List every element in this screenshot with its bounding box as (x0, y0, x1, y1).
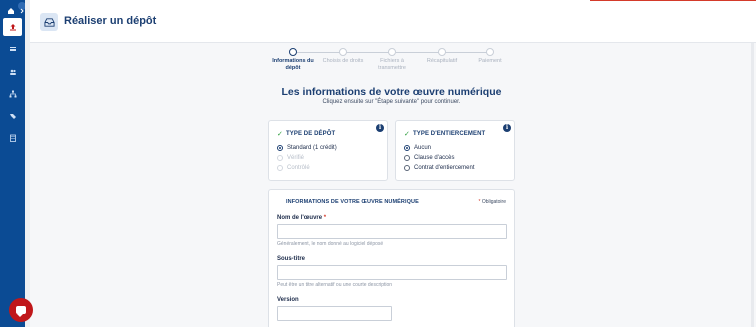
step-dot (289, 48, 297, 56)
radio-standard[interactable]: Standard (1 crédit) (277, 145, 337, 151)
radio-button[interactable] (404, 155, 410, 161)
chat-icon (16, 306, 26, 317)
radio-label: Contrôlé (287, 165, 310, 171)
users-icon (9, 69, 16, 75)
step-label: Fichiers à transmettre (378, 58, 406, 71)
radio-label: Vérifié (287, 155, 305, 161)
escrow-type-title: TYPE D'ENTIERCEMENT (412, 131, 486, 137)
sidebar-item-building[interactable] (0, 129, 25, 147)
subtitle-input[interactable] (277, 265, 507, 280)
step-summary[interactable]: Récapitulatif (417, 48, 467, 65)
escrow-type-heading: ✓ TYPE D'ENTIERCEMENT (404, 130, 485, 138)
deposit-type-card: ✓ TYPE DE DÉPÔT i Standard (1 crédit) Vé… (268, 120, 388, 181)
work-name-label-text: Nom de l'œuvre (277, 215, 323, 221)
step-dot (388, 48, 396, 56)
work-name-label: Nom de l'œuvre * (277, 215, 327, 221)
sidebar-item-tag[interactable] (0, 107, 25, 125)
step-files[interactable]: Fichiers à transmettre (367, 48, 417, 71)
radio-controlled[interactable]: Contrôlé (277, 165, 310, 171)
required-note: * Obligatoire (478, 199, 506, 205)
page-header: Réaliser un dépôt (30, 0, 756, 43)
work-info-card: INFORMATIONS DE VOTRE ŒUVRE NUMÉRIQUE * … (268, 189, 515, 327)
upload-icon (9, 24, 16, 31)
radio-access-clause[interactable]: Clause d'accès (404, 155, 455, 161)
sidebar-item-cards[interactable] (0, 40, 25, 58)
step-label: Informations du dépôt (272, 58, 314, 71)
escrow-type-card: ✓ TYPE D'ENTIERCEMENT i Aucun Clause d'a… (395, 120, 515, 181)
radio-button[interactable] (404, 145, 410, 151)
page-title: Réaliser un dépôt (64, 15, 157, 27)
radio-button[interactable] (277, 165, 283, 171)
tag-icon (9, 114, 16, 119)
step-dot (486, 48, 494, 56)
deposit-type-heading: ✓ TYPE DE DÉPÔT (277, 130, 335, 138)
info-icon[interactable]: i (376, 124, 384, 132)
radio-label: Standard (1 crédit) (287, 145, 337, 151)
progress-stepper: Informations du dépôt Choisis de droits … (268, 48, 518, 76)
section-subtitle: Cliquez ensuite sur "Étape suivante" pou… (322, 99, 461, 105)
radio-label: Contrat d'entiercement (414, 165, 475, 171)
sidebar-item-users[interactable] (0, 63, 25, 81)
subtitle-help: Peut être un titre alternatif ou une cou… (277, 282, 393, 288)
network-icon (9, 90, 16, 98)
radio-verified[interactable]: Vérifié (277, 155, 304, 161)
scrollbar[interactable] (751, 43, 754, 327)
radio-button[interactable] (404, 165, 410, 171)
step-dot (339, 48, 347, 56)
work-info-heading: INFORMATIONS DE VOTRE ŒUVRE NUMÉRIQUE (286, 199, 419, 205)
radio-button[interactable] (277, 145, 283, 151)
step-informations[interactable]: Informations du dépôt (268, 48, 318, 71)
work-name-input[interactable] (277, 224, 507, 239)
radio-label: Clause d'accès (414, 155, 455, 161)
section-title: Les informations de votre œuvre numériqu… (281, 86, 502, 98)
required-note-text: Obligatoire (481, 199, 506, 205)
subtitle-label: Sous-titre (277, 256, 306, 262)
sidebar-item-network[interactable] (0, 85, 25, 103)
step-dot (438, 48, 446, 56)
radio-none[interactable]: Aucun (404, 145, 431, 151)
sidebar-edge (25, 0, 30, 327)
version-input[interactable] (277, 306, 392, 321)
sidebar-item-upload[interactable] (3, 18, 22, 36)
building-icon (9, 134, 16, 142)
cards-icon (9, 47, 16, 51)
step-label: Récapitulatif (426, 58, 458, 64)
step-label: Paiement (478, 58, 502, 64)
radio-label: Aucun (414, 145, 432, 151)
header-accent-line (590, 0, 756, 1)
step-rights[interactable]: Choisis de droits (318, 48, 368, 65)
home-icon[interactable] (7, 2, 15, 14)
check-icon: ✓ (277, 131, 283, 138)
radio-escrow-contract[interactable]: Contrat d'entiercement (404, 165, 475, 171)
work-name-help: Généralement, le nom donné au logiciel d… (277, 241, 384, 247)
step-label: Choisis de droits (322, 58, 364, 64)
sidebar (0, 0, 26, 327)
deposit-type-title: TYPE DE DÉPÔT (285, 131, 336, 137)
info-icon[interactable]: i (503, 124, 511, 132)
version-label: Version (277, 297, 299, 303)
chat-button[interactable] (9, 298, 33, 322)
deposit-box-icon (40, 13, 58, 31)
step-payment[interactable]: Paiement (465, 48, 515, 65)
radio-button[interactable] (277, 155, 283, 161)
check-icon: ✓ (404, 131, 410, 138)
